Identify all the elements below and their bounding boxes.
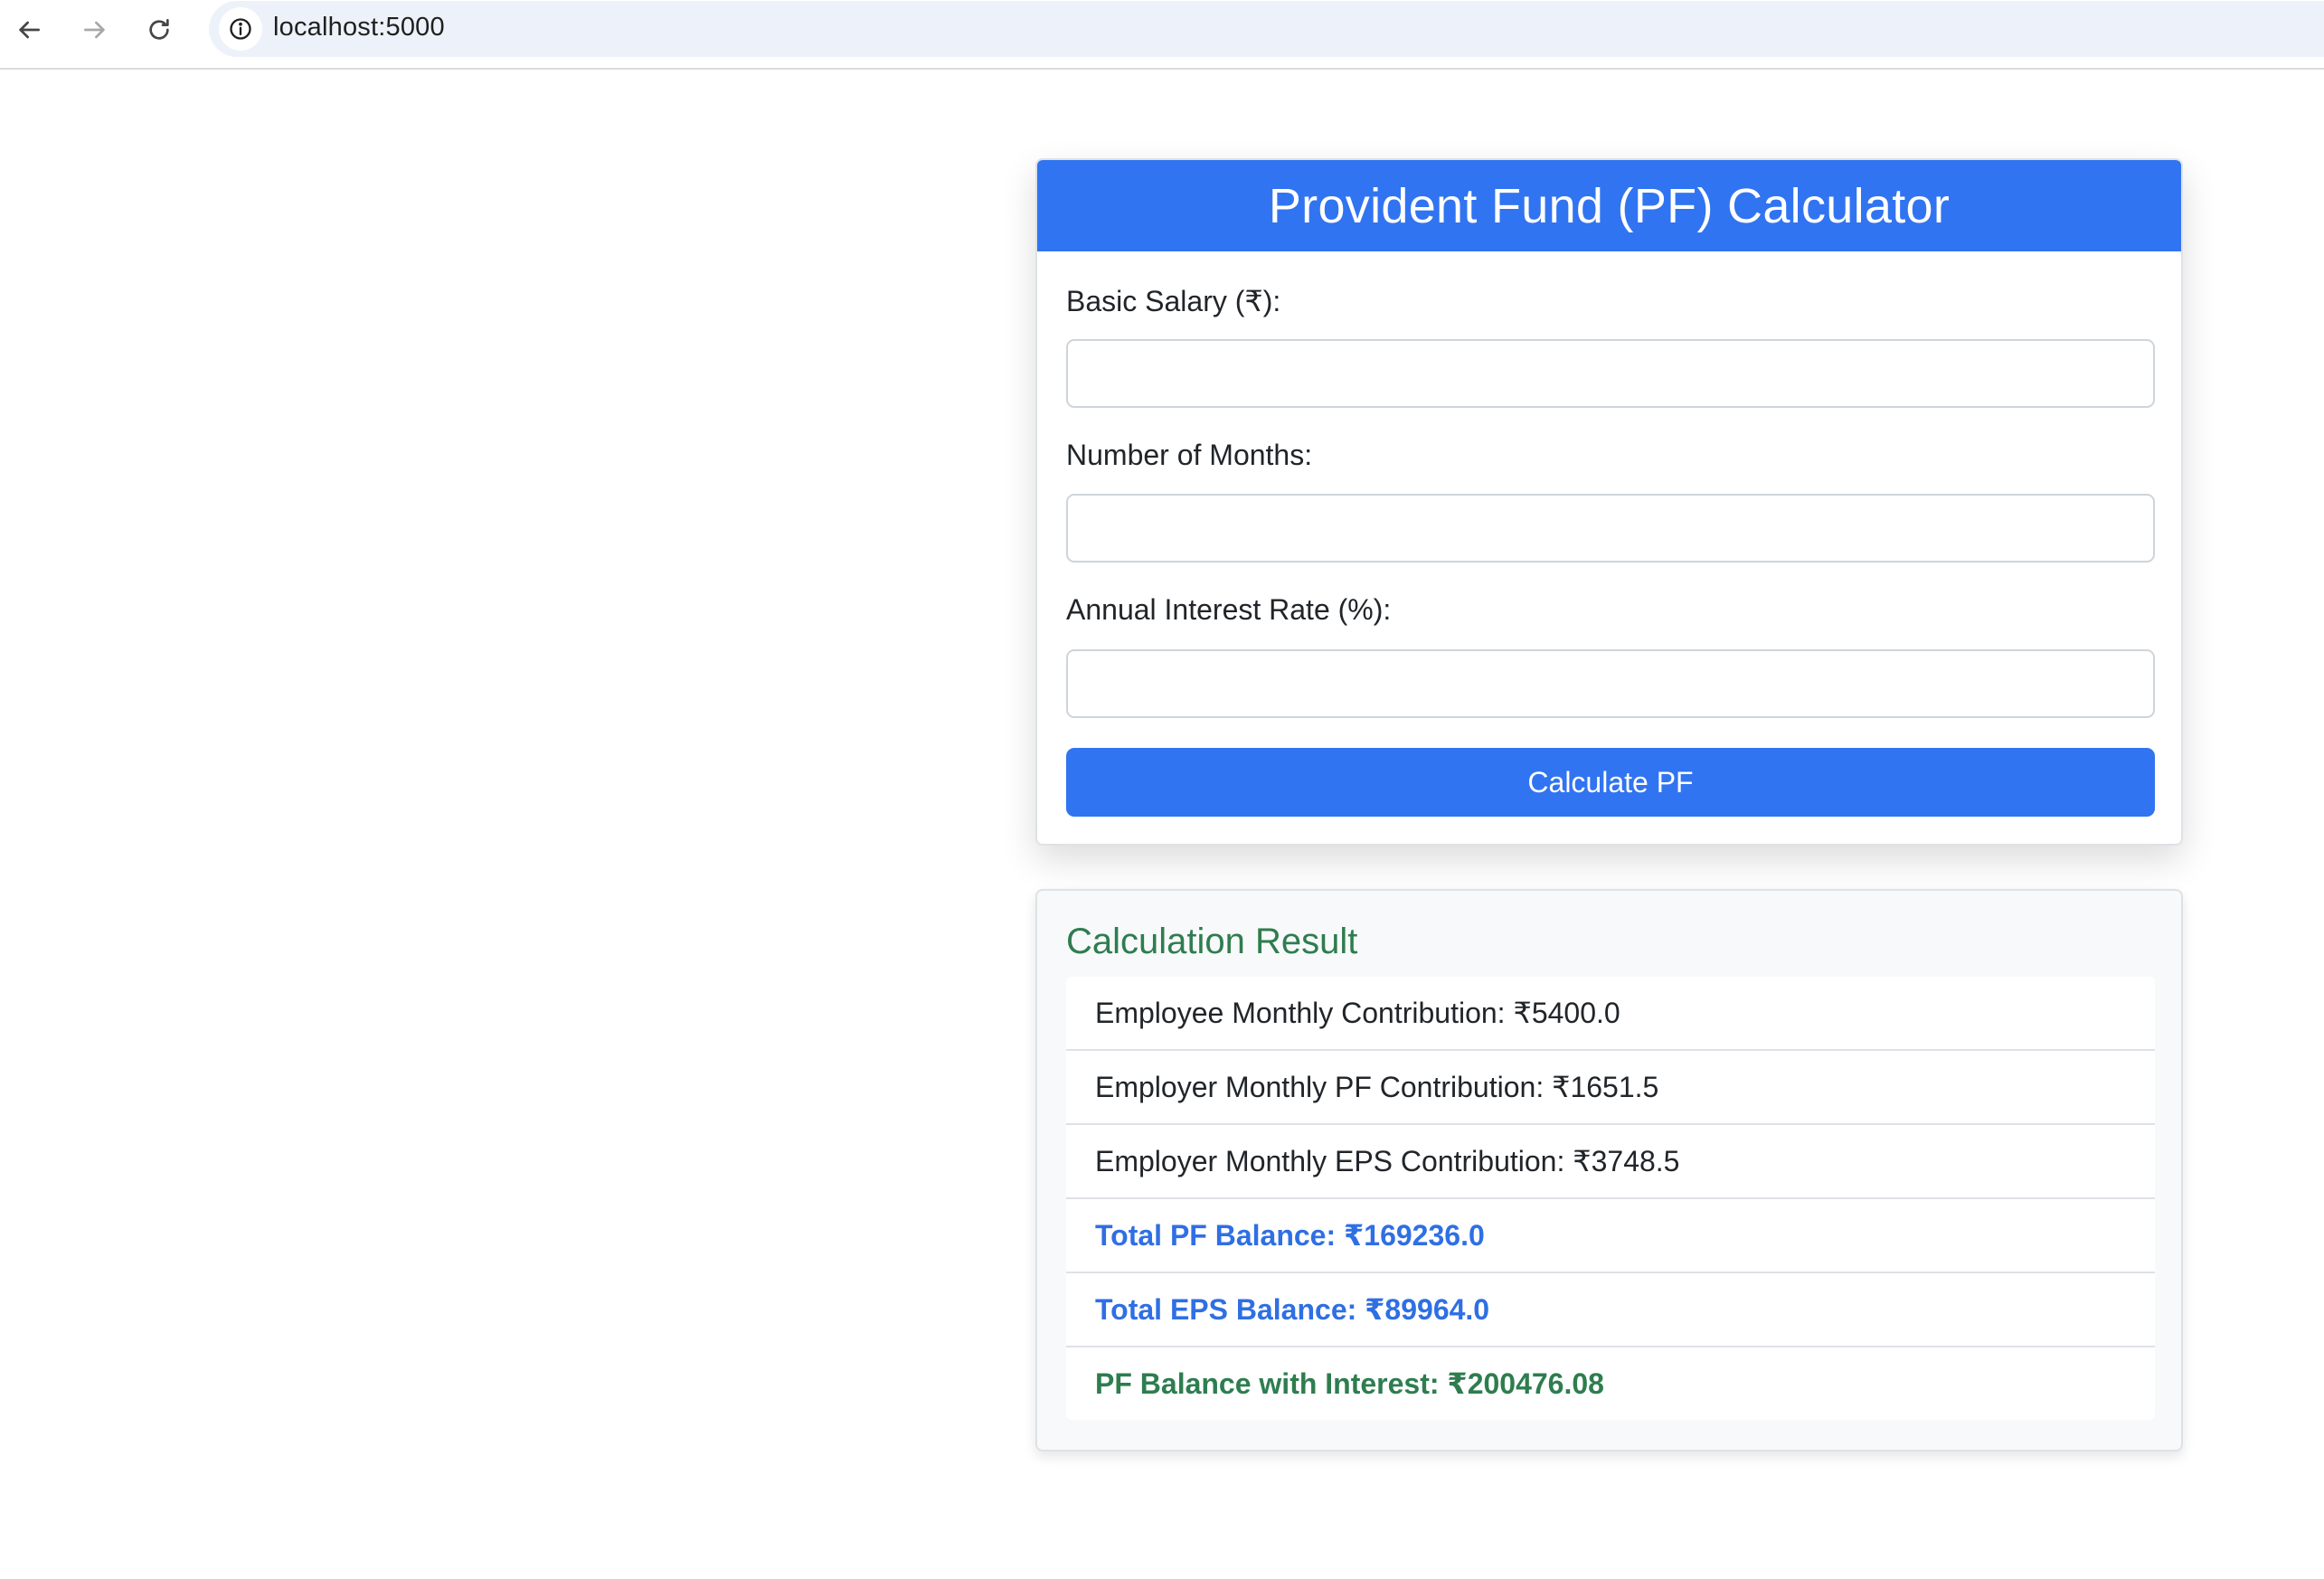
calculation-result-card: Calculation Result Employee Monthly Cont… [1035, 889, 2183, 1451]
card-header: Provident Fund (PF) Calculator [1037, 160, 2181, 251]
site-info-button[interactable] [219, 7, 262, 51]
employer-eps-contribution-item: Employer Monthly EPS Contribution: ₹3748… [1066, 1125, 2155, 1199]
result-list: Employee Monthly Contribution: ₹5400.0 E… [1066, 977, 2155, 1420]
browser-toolbar: localhost:5000 [0, 0, 2324, 70]
employer-pf-contribution-item: Employer Monthly PF Contribution: ₹1651.… [1066, 1051, 2155, 1125]
total-eps-balance-item: Total EPS Balance: ₹89964.0 [1066, 1273, 2155, 1347]
months-label: Number of Months: [1066, 439, 1313, 471]
address-bar[interactable]: localhost:5000 [209, 1, 2324, 57]
reload-icon [149, 19, 169, 40]
interest-rate-input[interactable] [1066, 649, 2155, 718]
basic-salary-input[interactable] [1066, 339, 2155, 408]
url-text[interactable]: localhost:5000 [273, 13, 445, 43]
basic-salary-label: Basic Salary (₹): [1066, 285, 1281, 317]
calculate-pf-button[interactable]: Calculate PF [1066, 748, 2155, 817]
result-title: Calculation Result [1066, 922, 1358, 961]
total-pf-balance-item: Total PF Balance: ₹169236.0 [1066, 1199, 2155, 1273]
forward-button[interactable] [72, 7, 118, 52]
arrow-left-icon [19, 21, 40, 39]
employee-contribution-item: Employee Monthly Contribution: ₹5400.0 [1066, 977, 2155, 1051]
arrow-right-icon [84, 21, 105, 39]
pf-balance-with-interest-item: PF Balance with Interest: ₹200476.08 [1095, 1367, 1604, 1400]
pf-calculator-card: Provident Fund (PF) Calculator Basic Sal… [1035, 158, 2183, 846]
back-button[interactable] [6, 7, 52, 52]
page-title: Provident Fund (PF) Calculator [1268, 178, 1951, 233]
info-circle-icon [230, 18, 251, 40]
interest-rate-label: Annual Interest Rate (%): [1066, 593, 1392, 626]
reload-button[interactable] [137, 7, 182, 52]
months-input[interactable] [1066, 494, 2155, 563]
